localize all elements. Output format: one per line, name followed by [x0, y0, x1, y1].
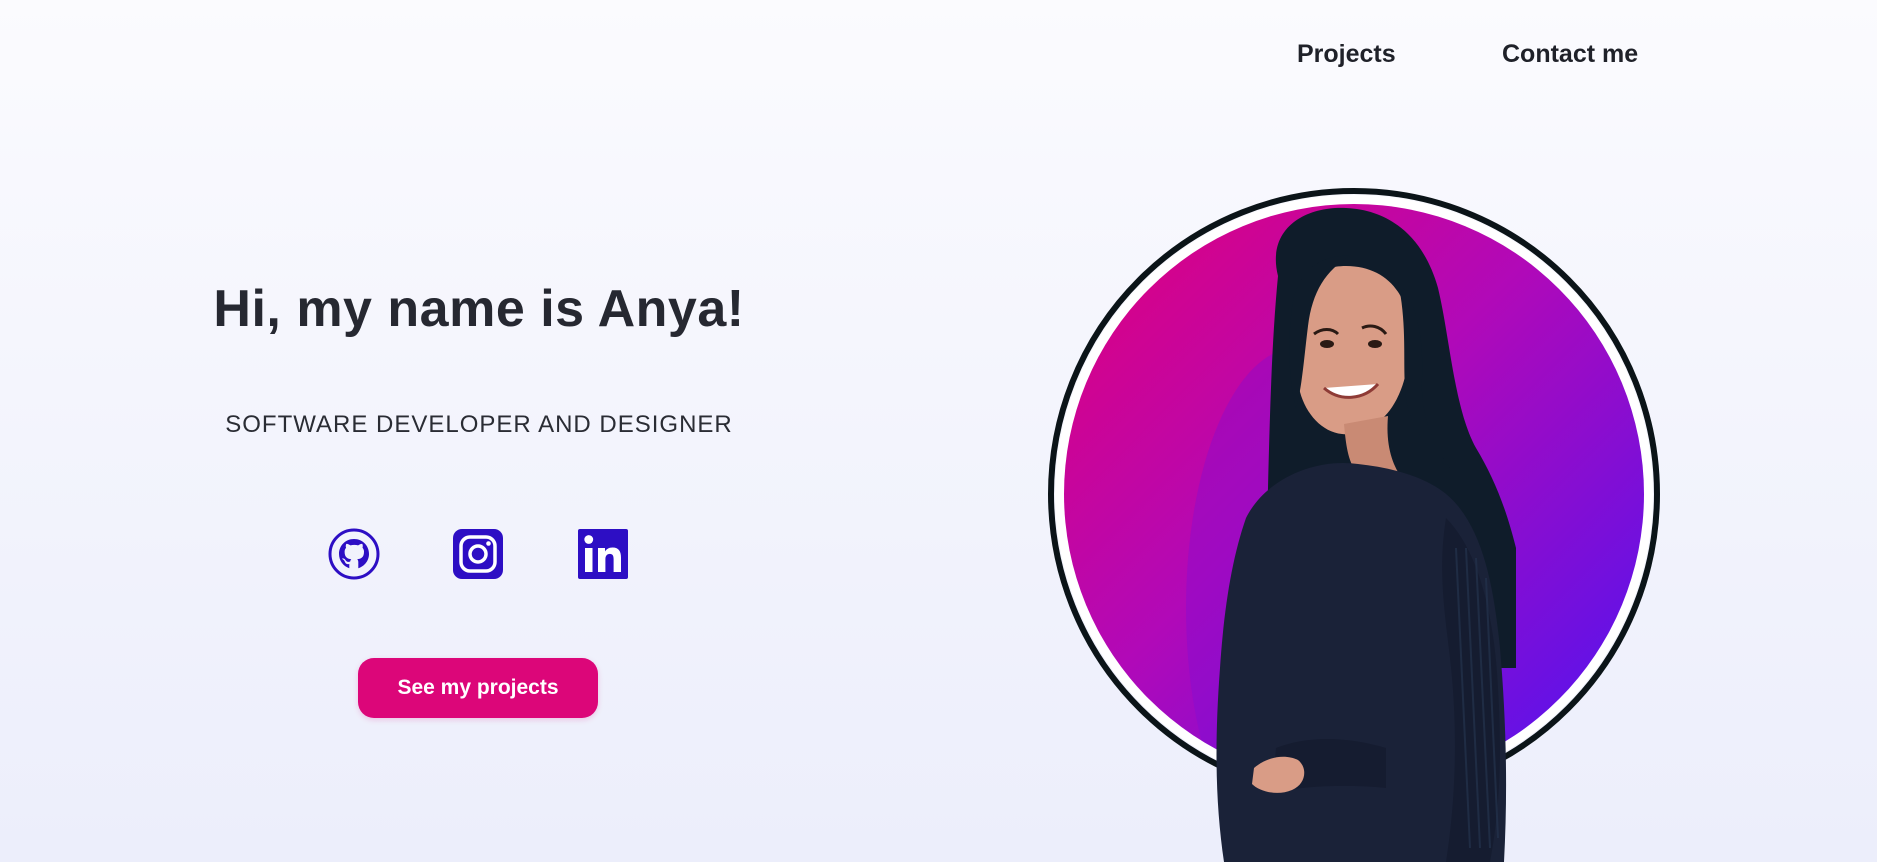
- instagram-icon: [453, 529, 503, 579]
- hero-subtitle: SOFTWARE DEVELOPER AND DESIGNER: [225, 411, 733, 438]
- github-icon: [328, 528, 380, 580]
- nav-link-projects[interactable]: Projects: [1297, 40, 1396, 69]
- nav-link-contact-me[interactable]: Contact me: [1502, 40, 1638, 69]
- profile-portrait: [1046, 188, 1662, 862]
- see-projects-button[interactable]: See my projects: [358, 658, 598, 718]
- linkedin-link[interactable]: [577, 528, 629, 580]
- social-links: [328, 528, 628, 580]
- hero-title: Hi, my name is Anya!: [213, 280, 745, 338]
- hero-section: Hi, my name is Anya! SOFTWARE DEVELOPER …: [0, 0, 958, 862]
- linkedin-icon: [578, 529, 628, 579]
- instagram-link[interactable]: [452, 528, 504, 580]
- github-link[interactable]: [328, 528, 380, 580]
- top-nav: Projects Contact me: [1297, 40, 1877, 74]
